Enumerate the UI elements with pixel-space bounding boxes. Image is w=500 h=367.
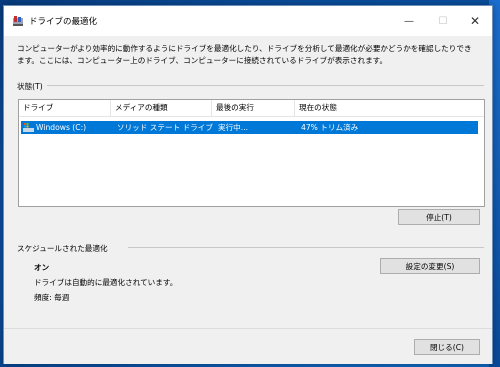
column-last-run[interactable]: 最後の実行 (212, 100, 295, 116)
close-icon: ✕ (469, 14, 481, 28)
status-divider (44, 85, 484, 86)
column-media-type[interactable]: メディアの種類 (111, 100, 212, 116)
column-current-status[interactable]: 現在の状態 (295, 100, 484, 116)
maximize-button: ☐ (426, 6, 460, 36)
close-button[interactable]: 閉じる(C) (414, 339, 480, 355)
drive-icon (23, 123, 34, 132)
schedule-label: スケジュールされた最適化 (17, 243, 112, 254)
schedule-detail: ドライブは自動的に最適化されています。 (34, 278, 178, 287)
drive-row[interactable]: Windows (C:) ソリッド ステート ドライブ 実行中... 47% ト… (21, 121, 478, 134)
schedule-state: オン (34, 263, 50, 272)
footer-bar: 閉じる(C) (4, 328, 492, 364)
defrag-app-icon (13, 16, 23, 26)
drive-media-type: ソリッド ステート ドライブ (117, 123, 213, 132)
title-bar[interactable]: ドライブの最適化 — ☐ ✕ (4, 6, 492, 36)
maximize-icon: ☐ (438, 15, 448, 27)
minimize-icon: — (404, 15, 414, 27)
drive-list[interactable]: ドライブ メディアの種類 最後の実行 現在の状態 (18, 99, 485, 207)
drive-list-header: ドライブ メディアの種類 最後の実行 現在の状態 (19, 100, 484, 117)
stop-button[interactable]: 停止(T) (398, 209, 480, 225)
window-title: ドライブの最適化 (29, 17, 98, 27)
drive-name: Windows (C:) (36, 123, 87, 132)
optimize-drives-window: ドライブの最適化 — ☐ ✕ コンピューターがより効率的に動作するようにドライブ… (3, 5, 493, 364)
description-text: コンピューターがより効率的に動作するようにドライブを最適化したり、ドライブを分析… (17, 44, 472, 65)
schedule-frequency: 頻度: 毎週 (34, 293, 70, 302)
close-window-button[interactable]: ✕ (458, 6, 492, 36)
drive-last-run: 実行中... (218, 123, 249, 132)
schedule-divider (128, 247, 484, 248)
drive-current-status: 47% トリム済み (301, 123, 359, 132)
column-drive[interactable]: ドライブ (19, 100, 111, 116)
minimize-button[interactable]: — (392, 6, 426, 36)
status-label: 状態(T) (17, 81, 47, 92)
change-settings-button[interactable]: 設定の変更(S) (380, 258, 480, 274)
